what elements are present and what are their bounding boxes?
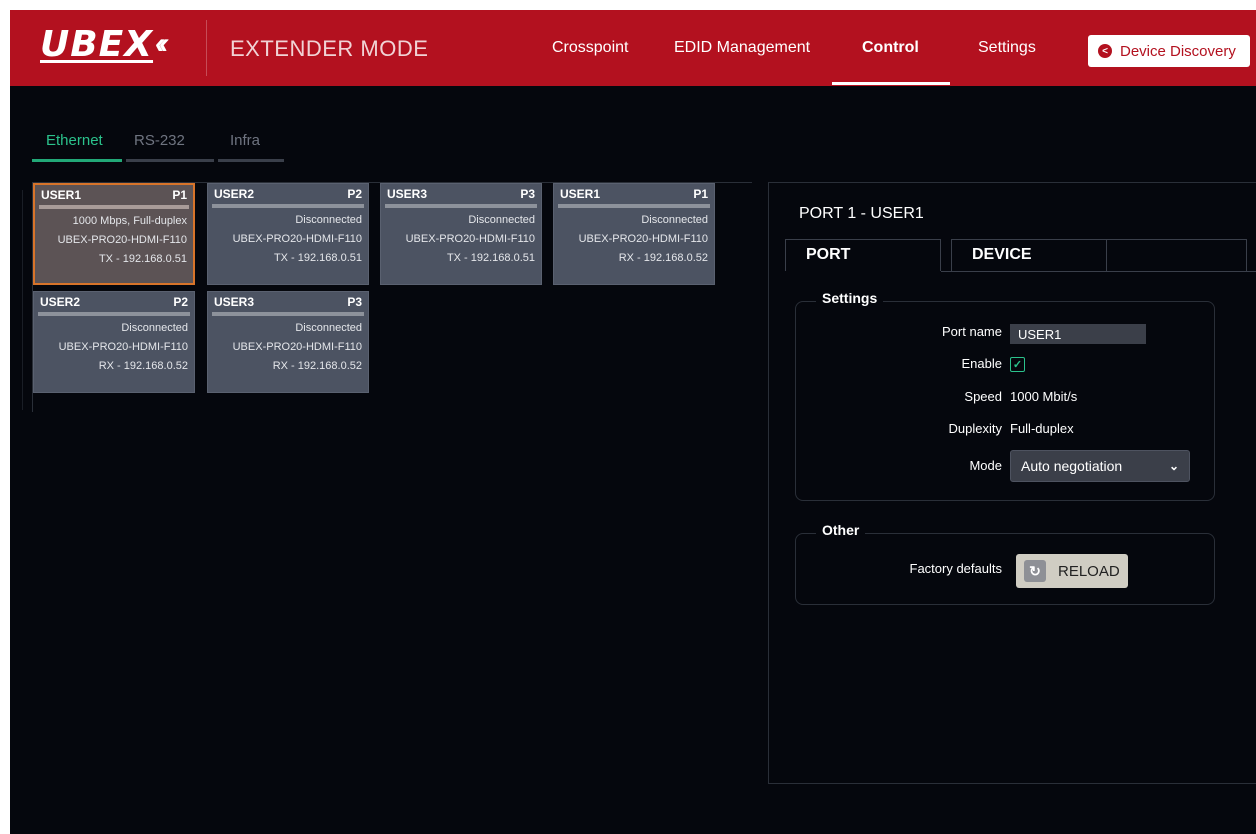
card-user: USER3 — [214, 295, 255, 309]
tab-rs232[interactable]: RS-232 — [126, 132, 214, 162]
other-legend: Other — [816, 522, 866, 538]
device-discovery-label: Device Discovery — [1120, 42, 1236, 60]
header-divider — [206, 20, 207, 76]
port-grid: USER1 P1 1000 Mbps, Full-duplex UBEX-PRO2… — [32, 182, 752, 412]
card-device: UBEX-PRO20-HDMI-F110 — [405, 233, 535, 245]
tab-strip-rest — [1107, 239, 1247, 271]
logo-chevrons-icon: ‹‹ — [155, 27, 169, 60]
factory-defaults-label: Factory defaults — [909, 561, 1003, 576]
tab-port[interactable]: PORT — [785, 239, 941, 271]
port-card[interactable]: USER3 P3 Disconnected UBEX-PRO20-HDMI-F11… — [207, 291, 369, 393]
card-device: UBEX-PRO20-HDMI-F110 — [232, 233, 362, 245]
mode-title: EXTENDER MODE — [230, 36, 429, 61]
card-user: USER1 — [560, 187, 601, 201]
chevron-down-icon: ⌄ — [1168, 459, 1179, 473]
speed-value: 1000 Mbit/s — [1010, 389, 1078, 404]
card-port: P1 — [172, 188, 187, 202]
enable-checkbox[interactable]: ✓ — [1010, 357, 1025, 372]
device-discovery-button[interactable]: < Device Discovery — [1088, 35, 1250, 67]
card-device: UBEX-PRO20-HDMI-F110 — [57, 234, 187, 246]
card-divider — [385, 204, 537, 208]
card-user: USER1 — [41, 188, 82, 202]
port-card[interactable]: USER2 P2 Disconnected UBEX-PRO20-HDMI-F11… — [207, 183, 369, 285]
card-divider — [212, 312, 364, 316]
port-name-input[interactable] — [1010, 324, 1146, 344]
speed-label: Speed — [964, 389, 1002, 404]
port-name-label: Port name — [942, 324, 1002, 339]
nav-edid-management[interactable]: EDID Management — [674, 39, 810, 57]
reload-button[interactable]: ↻ RELOAD — [1016, 554, 1128, 588]
nav-control[interactable]: Control — [862, 39, 919, 57]
card-port: P1 — [693, 187, 708, 201]
left-edge-line — [22, 190, 23, 410]
tab-ethernet[interactable]: Ethernet — [32, 132, 122, 162]
tab-strip-line — [941, 271, 1256, 272]
card-status: 1000 Mbps, Full-duplex — [72, 215, 187, 227]
card-address: TX - 192.168.0.51 — [446, 252, 535, 264]
card-port: P2 — [173, 295, 188, 309]
card-device: UBEX-PRO20-HDMI-F110 — [578, 233, 708, 245]
port-card[interactable]: USER1 P1 1000 Mbps, Full-duplex UBEX-PRO2… — [33, 183, 195, 285]
card-address: TX - 192.168.0.51 — [98, 253, 187, 265]
card-status: Disconnected — [468, 214, 535, 226]
port-card[interactable]: USER3 P3 Disconnected UBEX-PRO20-HDMI-F11… — [380, 183, 542, 285]
card-address: TX - 192.168.0.51 — [273, 252, 362, 264]
card-status: Disconnected — [641, 214, 708, 226]
checkmark-icon: ✓ — [1012, 359, 1023, 371]
ubex-logo[interactable]: UBEX ‹‹ — [40, 20, 169, 68]
card-port: P2 — [347, 187, 362, 201]
port-details-panel: PORT 1 - USER1 PORT DEVICE Settings Port… — [768, 182, 1256, 784]
reload-icon: ↻ — [1024, 560, 1046, 582]
top-header: UBEX ‹‹ EXTENDER MODE Crosspoint EDID Ma… — [10, 10, 1256, 86]
nav-settings[interactable]: Settings — [978, 39, 1036, 57]
card-divider — [558, 204, 710, 208]
nav-crosspoint[interactable]: Crosspoint — [552, 39, 628, 57]
app-window: UBEX ‹‹ EXTENDER MODE Crosspoint EDID Ma… — [10, 10, 1256, 834]
card-divider — [38, 312, 190, 316]
card-user: USER2 — [40, 295, 81, 309]
card-device: UBEX-PRO20-HDMI-F110 — [232, 341, 362, 353]
enable-label: Enable — [961, 356, 1002, 371]
tab-device[interactable]: DEVICE — [951, 239, 1107, 271]
other-fieldset: Other Factory defaults ↻ RELOAD — [795, 522, 1215, 605]
mode-label: Mode — [969, 458, 1002, 473]
card-divider — [39, 205, 189, 209]
mode-select-value: Auto negotiation — [1021, 458, 1123, 474]
reload-label: RELOAD — [1058, 562, 1120, 580]
card-divider — [212, 204, 364, 208]
port-card[interactable]: USER1 P1 Disconnected UBEX-PRO20-HDMI-F11… — [553, 183, 715, 285]
logo-text: UBEX — [40, 23, 154, 65]
settings-legend: Settings — [816, 290, 884, 306]
panel-title: PORT 1 - USER1 — [799, 205, 924, 222]
card-address: RX - 192.168.0.52 — [618, 252, 708, 264]
nav-active-indicator — [832, 82, 950, 85]
tab-infra[interactable]: Infra — [218, 132, 284, 162]
interface-tabs: Ethernet RS-232 Infra — [32, 132, 288, 162]
card-user: USER3 — [387, 187, 428, 201]
card-port: P3 — [520, 187, 535, 201]
card-port: P3 — [347, 295, 362, 309]
card-device: UBEX-PRO20-HDMI-F110 — [58, 341, 188, 353]
duplexity-label: Duplexity — [948, 421, 1002, 436]
card-status: Disconnected — [121, 322, 188, 334]
card-address: RX - 192.168.0.52 — [272, 360, 362, 372]
card-status: Disconnected — [295, 322, 362, 334]
mode-select[interactable]: Auto negotiation ⌄ — [1010, 450, 1190, 482]
card-address: RX - 192.168.0.52 — [98, 360, 188, 372]
chevron-left-circle-icon: < — [1098, 44, 1112, 58]
card-user: USER2 — [214, 187, 255, 201]
port-card[interactable]: USER2 P2 Disconnected UBEX-PRO20-HDMI-F11… — [33, 291, 195, 393]
settings-fieldset: Settings Port name Enable ✓ Speed 1000 M… — [795, 290, 1215, 501]
duplexity-value: Full-duplex — [1010, 421, 1074, 436]
card-status: Disconnected — [295, 214, 362, 226]
